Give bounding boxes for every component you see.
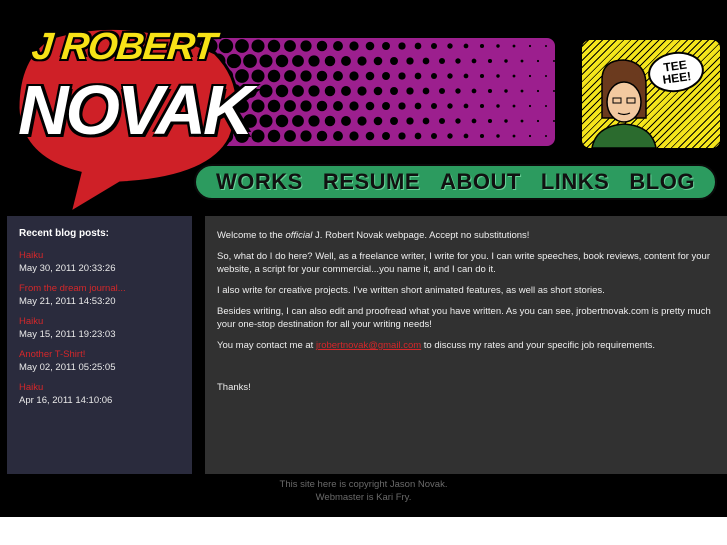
halftone-banner (200, 38, 555, 146)
creative-paragraph: I also write for creative projects. I've… (217, 285, 605, 296)
nav-resume[interactable]: RESUME (323, 169, 420, 195)
contact-text: You may contact me at (217, 340, 316, 351)
list-item: Another T-Shirt! May 02, 2011 05:25:05 (19, 348, 180, 375)
list-item: Haiku Apr 16, 2011 14:10:06 (19, 381, 180, 408)
thanks-text: Thanks! (217, 382, 251, 393)
contact-text-end: to discuss my rates and your specific jo… (421, 340, 656, 351)
blog-post-date: May 15, 2011 19:23:03 (19, 329, 116, 340)
intro-paragraph: Welcome to the official J. Robert Novak … (217, 229, 715, 242)
intro-emphasis: official (285, 230, 313, 241)
webmaster-text: Webmaster is Kari Fry. (315, 492, 412, 503)
email-link[interactable]: jrobertnovak@gmail.com (316, 340, 421, 351)
contact-paragraph: You may contact me at jrobertnovak@gmail… (217, 339, 715, 352)
list-item: Haiku May 15, 2011 19:23:03 (19, 315, 180, 342)
footer: This site here is copyright Jason Novak.… (0, 478, 727, 504)
logo-line1[interactable]: J ROBERT (30, 26, 218, 69)
comic-portrait (580, 38, 722, 150)
sidebar: Recent blog posts: Haiku May 30, 2011 20… (7, 216, 192, 474)
blog-post-link[interactable]: From the dream journal... (19, 282, 180, 295)
intro-text-end: J. Robert Novak webpage. Accept no subst… (312, 230, 530, 241)
list-item: Haiku May 30, 2011 20:33:26 (19, 249, 180, 276)
blog-post-link[interactable]: Another T-Shirt! (19, 348, 180, 361)
main-content: Welcome to the official J. Robert Novak … (205, 216, 727, 474)
blog-post-date: Apr 16, 2011 14:10:06 (19, 395, 113, 406)
intro-text: Welcome to the (217, 230, 286, 241)
site-header: J ROBERT NOVAK TEE HEE! WORKS RESUME ABO… (0, 0, 727, 213)
nav-about[interactable]: ABOUT (440, 169, 521, 195)
blog-post-date: May 30, 2011 20:33:26 (19, 263, 116, 274)
blog-post-link[interactable]: Haiku (19, 381, 180, 394)
page: J ROBERT NOVAK TEE HEE! WORKS RESUME ABO… (0, 0, 727, 517)
blog-post-date: May 21, 2011 14:53:20 (19, 296, 116, 307)
logo-line2[interactable]: NOVAK (18, 70, 254, 150)
nav-links[interactable]: LINKS (541, 169, 610, 195)
nav-blog[interactable]: BLOG (629, 169, 695, 195)
services-paragraph: So, what do I do here? Well, as a freela… (217, 251, 711, 275)
sidebar-title: Recent blog posts: (19, 228, 110, 239)
nav-works[interactable]: WORKS (216, 169, 303, 195)
editing-paragraph: Besides writing, I can also edit and pro… (217, 306, 711, 330)
blog-post-link[interactable]: Haiku (19, 249, 180, 262)
blog-post-link[interactable]: Haiku (19, 315, 180, 328)
copyright-text: This site here is copyright Jason Novak. (279, 479, 448, 490)
list-item: From the dream journal... May 21, 2011 1… (19, 282, 180, 309)
blog-post-date: May 02, 2011 05:25:05 (19, 362, 116, 373)
main-nav: WORKS RESUME ABOUT LINKS BLOG (194, 164, 717, 200)
